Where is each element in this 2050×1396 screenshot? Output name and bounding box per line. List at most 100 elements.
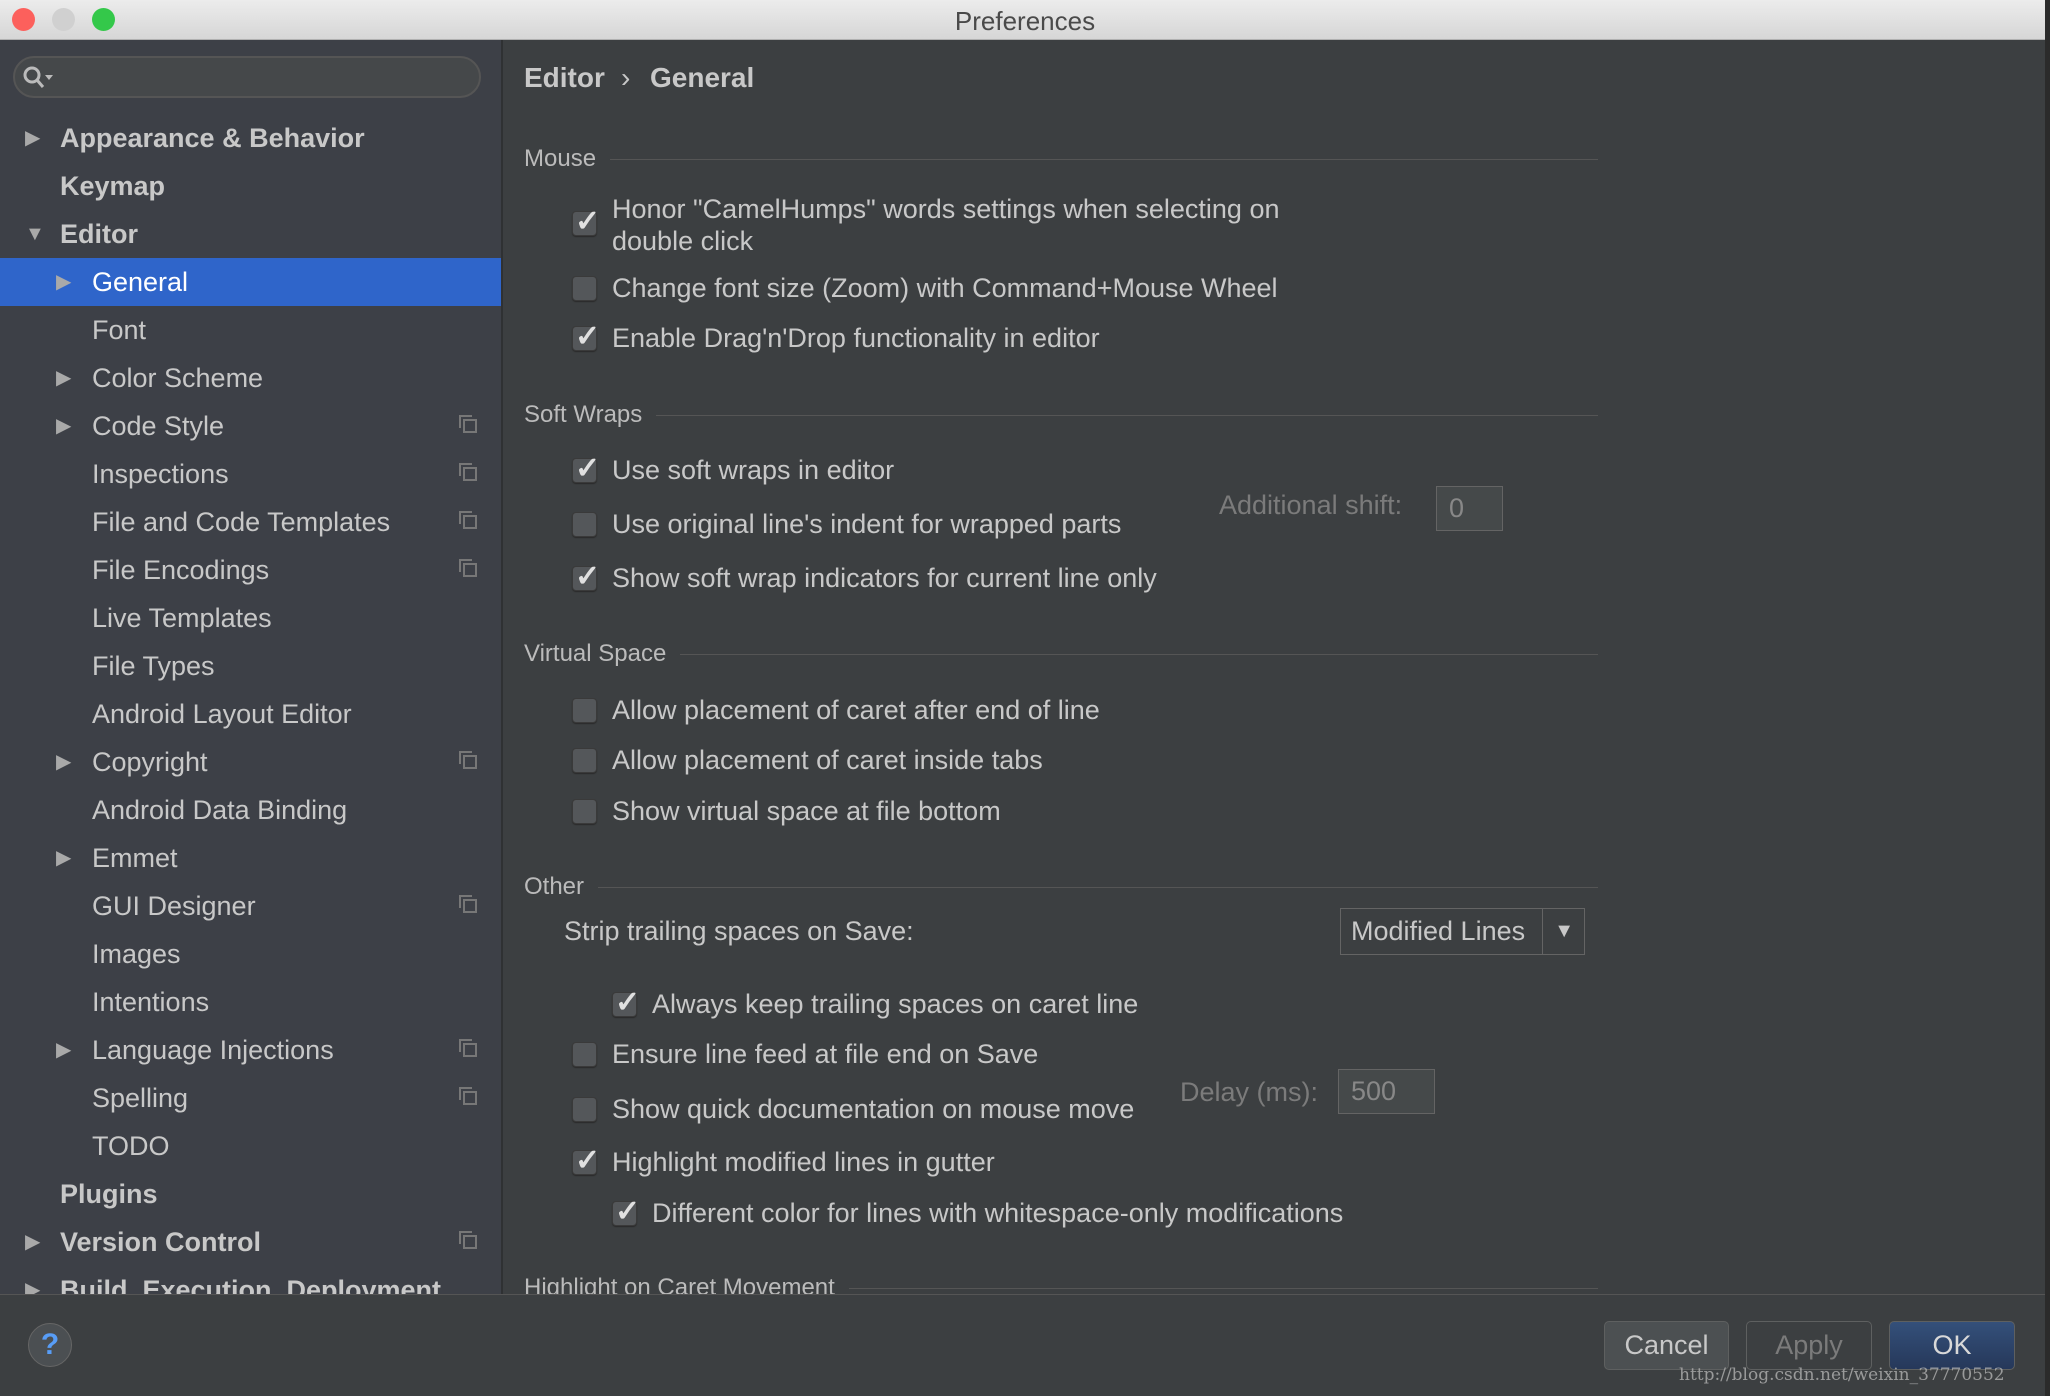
- strip-trailing-dropdown[interactable]: Modified Lines ▼: [1340, 908, 1585, 955]
- sidebar-item-label: GUI Designer: [92, 891, 256, 921]
- sidebar-item[interactable]: ▶ Color Scheme: [0, 354, 501, 402]
- chevron-right-icon[interactable]: ▶: [25, 1266, 40, 1294]
- sidebar-item[interactable]: ▶ Emmet: [0, 834, 501, 882]
- watermark: http://blog.csdn.net/weixin_37770552: [1679, 1365, 2005, 1385]
- section-title: Highlight on Caret Movement: [524, 1274, 835, 1294]
- sidebar-item[interactable]: Spelling: [0, 1074, 501, 1122]
- sidebar-item-label: General: [92, 267, 189, 297]
- chevron-right-icon[interactable]: ▶: [25, 114, 40, 162]
- checkbox[interactable]: [572, 1042, 597, 1067]
- project-settings-icon: [459, 1087, 477, 1105]
- sidebar-item[interactable]: Images: [0, 930, 501, 978]
- sidebar-item-label: Android Data Binding: [92, 795, 348, 825]
- sidebar-item[interactable]: File and Code Templates: [0, 498, 501, 546]
- sidebar-item-label: Spelling: [92, 1083, 189, 1113]
- sidebar-item[interactable]: File Types: [0, 642, 501, 690]
- sidebar-item[interactable]: ▶ Copyright: [0, 738, 501, 786]
- divider: [610, 159, 1598, 160]
- apply-button[interactable]: Apply: [1746, 1321, 1872, 1370]
- checkbox[interactable]: ✓: [572, 320, 600, 353]
- sidebar-item[interactable]: Live Templates: [0, 594, 501, 642]
- checkbox[interactable]: [572, 1097, 597, 1122]
- sidebar-item[interactable]: ▶ Code Style: [0, 402, 501, 450]
- checkbox[interactable]: ✓: [572, 452, 600, 485]
- sidebar-item[interactable]: Plugins: [0, 1170, 501, 1218]
- check-icon: ✓: [575, 1144, 601, 1177]
- delay-label: Delay (ms):: [1180, 1077, 1319, 1107]
- sidebar-item-label: TODO: [92, 1131, 170, 1161]
- sidebar-item[interactable]: Android Data Binding: [0, 786, 501, 834]
- checkbox[interactable]: ✓: [572, 205, 600, 238]
- sidebar-item[interactable]: ▶ Appearance & Behavior: [0, 114, 501, 162]
- sidebar-item[interactable]: Keymap: [0, 162, 501, 210]
- ok-button[interactable]: OK: [1889, 1321, 2015, 1370]
- sidebar-item-label: Intentions: [92, 987, 210, 1017]
- sidebar-item[interactable]: ▼ Editor: [0, 210, 501, 258]
- option-label-continued: double click: [612, 226, 754, 256]
- project-settings-icon: [459, 751, 477, 769]
- checkbox[interactable]: [572, 698, 597, 723]
- delay-input[interactable]: 500: [1338, 1069, 1435, 1114]
- sidebar-item-label: Editor: [60, 219, 138, 249]
- sidebar-item[interactable]: Android Layout Editor: [0, 690, 501, 738]
- option-label: Show soft wrap indicators for current li…: [612, 563, 1157, 593]
- section-header: Soft Wraps: [524, 401, 2045, 429]
- sidebar-item-label: Appearance & Behavior: [60, 123, 365, 153]
- chevron-right-icon[interactable]: ▶: [56, 1026, 71, 1074]
- chevron-right-icon[interactable]: ▶: [25, 1218, 40, 1266]
- project-settings-icon: [459, 415, 477, 433]
- sidebar-item-label: File Types: [92, 651, 215, 681]
- chevron-right-icon[interactable]: ▶: [56, 402, 71, 450]
- checkbox[interactable]: [572, 748, 597, 773]
- window-title: Preferences: [954, 6, 1096, 36]
- chevron-right-icon[interactable]: ▶: [56, 354, 71, 402]
- cancel-button[interactable]: Cancel: [1604, 1321, 1729, 1370]
- checkbox[interactable]: ✓: [612, 986, 640, 1019]
- project-settings-icon: [459, 895, 477, 913]
- divider: [656, 415, 1598, 416]
- strip-trailing-label: Strip trailing spaces on Save:: [564, 916, 914, 946]
- sidebar-item[interactable]: File Encodings: [0, 546, 501, 594]
- sidebar-item-label: Live Templates: [92, 603, 272, 633]
- sidebar-item[interactable]: ▶ Language Injections: [0, 1026, 501, 1074]
- sidebar-item-label: Code Style: [92, 411, 225, 441]
- sidebar-item[interactable]: Font: [0, 306, 501, 354]
- option-label: Different color for lines with whitespac…: [652, 1198, 1344, 1228]
- check-icon: ✓: [575, 560, 601, 593]
- chevron-down-icon[interactable]: ▼: [25, 210, 45, 258]
- sidebar-item[interactable]: Intentions: [0, 978, 501, 1026]
- search-input[interactable]: [13, 56, 481, 98]
- section-header: Highlight on Caret Movement: [524, 1274, 2045, 1294]
- checkbox[interactable]: [572, 512, 597, 537]
- dialog-footer: ? Cancel Apply OK http://blog.csdn.net/w…: [0, 1294, 2045, 1396]
- sidebar-item-label: Android Layout Editor: [92, 699, 352, 729]
- option-label: Allow placement of caret after end of li…: [612, 695, 1100, 725]
- project-settings-icon: [459, 463, 477, 481]
- sidebar-item[interactable]: Inspections: [0, 450, 501, 498]
- help-button[interactable]: ?: [28, 1323, 72, 1367]
- settings-sidebar: ▶ Appearance & Behavior Keymap ▼ Editor ▶ Gene…: [0, 40, 503, 1294]
- sidebar-item[interactable]: ▶ Version Control: [0, 1218, 501, 1266]
- sidebar-item-label: Emmet: [92, 843, 178, 873]
- option-label: Use soft wraps in editor: [612, 455, 895, 485]
- checkbox[interactable]: [572, 276, 597, 301]
- additional-shift-input[interactable]: 0: [1436, 486, 1503, 531]
- chevron-right-icon[interactable]: ▶: [56, 738, 71, 786]
- chevron-down-icon: ▼: [1554, 920, 1574, 942]
- sidebar-item[interactable]: GUI Designer: [0, 882, 501, 930]
- check-icon: ✓: [575, 452, 601, 485]
- option-label: Always keep trailing spaces on caret lin…: [652, 989, 1139, 1019]
- project-settings-icon: [459, 559, 477, 577]
- breadcrumb-parent[interactable]: Editor: [524, 62, 605, 94]
- sidebar-item[interactable]: TODO: [0, 1122, 501, 1170]
- sidebar-item[interactable]: ▶ Build, Execution, Deployment: [0, 1266, 501, 1294]
- checkbox[interactable]: ✓: [612, 1195, 640, 1228]
- sidebar-item[interactable]: ▶ General: [0, 258, 501, 306]
- checkbox[interactable]: [572, 799, 597, 824]
- chevron-right-icon[interactable]: ▶: [56, 834, 71, 882]
- checkbox[interactable]: ✓: [572, 560, 600, 593]
- checkbox[interactable]: ✓: [572, 1144, 600, 1177]
- chevron-right-icon[interactable]: ▶: [56, 258, 71, 306]
- section-header: Mouse: [524, 145, 2045, 173]
- option-label: Ensure line feed at file end on Save: [612, 1039, 1039, 1069]
